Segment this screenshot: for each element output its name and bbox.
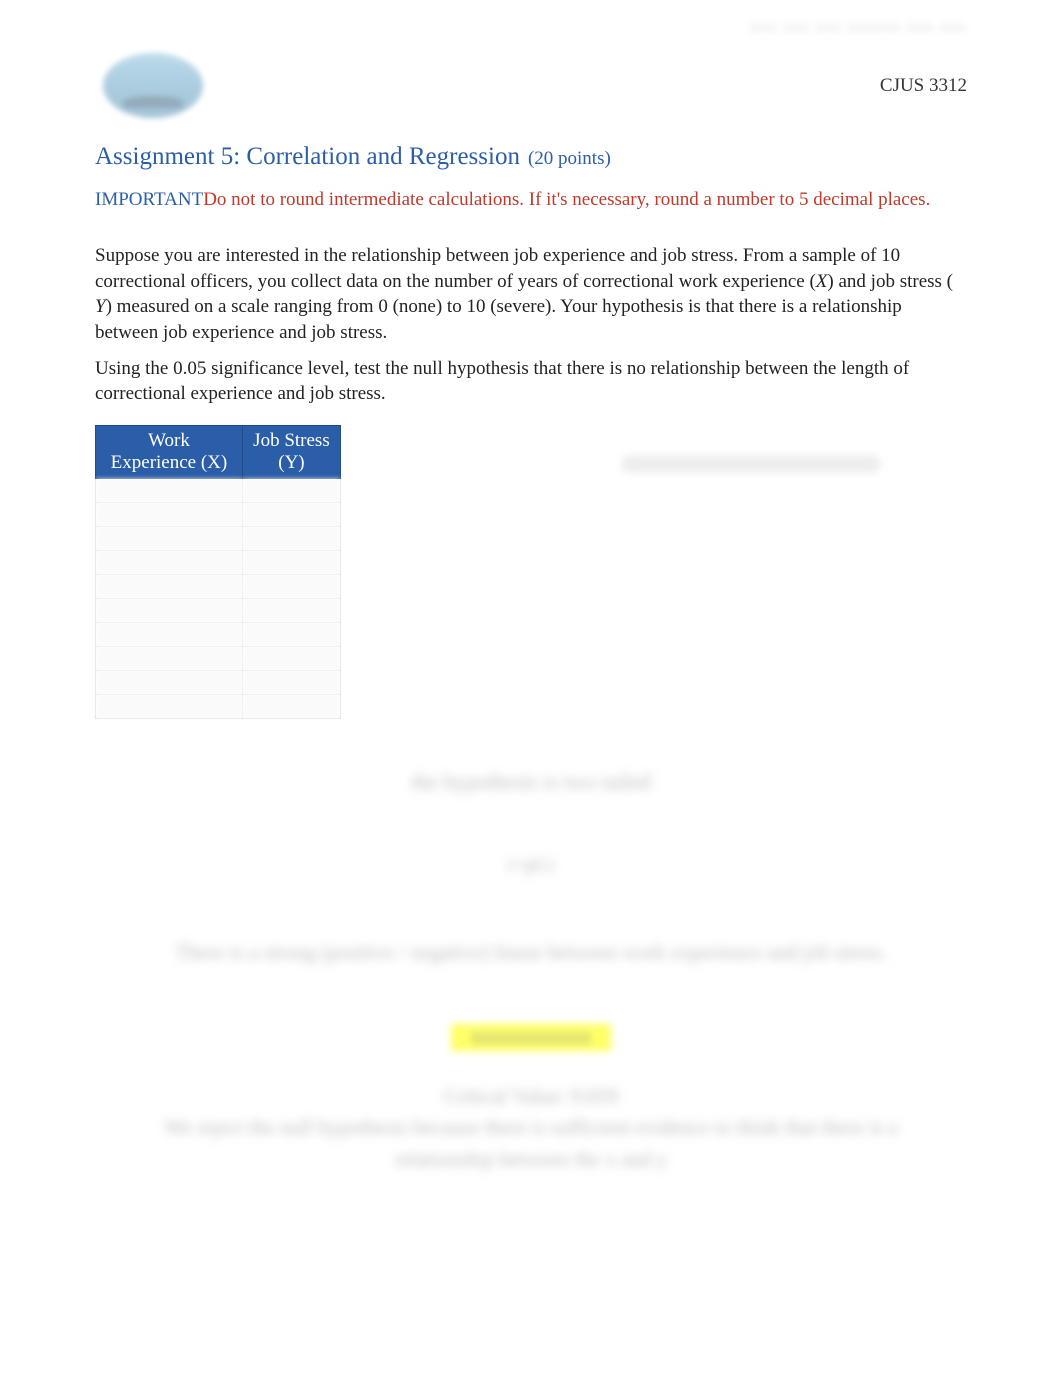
important-text: Do not to round intermediate calculation… [203,189,930,210]
highlighted-blur: xxxxxxxxxxxx [451,1024,611,1051]
assignment-title: Assignment 5: Correlation and Regression… [95,143,967,171]
p1-part-b: ) and job stress ( [827,271,953,292]
table-row [96,550,341,574]
table-row [96,502,341,526]
col-header-x: Work Experience (X) [96,425,243,478]
table-row [96,478,341,502]
table-row [96,598,341,622]
title-main: Assignment 5: Correlation and Regression [95,143,520,171]
data-table: Work Experience (X) Job Stress (Y) [95,425,341,719]
table-body [96,478,341,718]
side-blur-text [621,455,881,473]
table-row [96,646,341,670]
blurred-answer-3: There is a strong (positive / negative) … [95,937,967,969]
header-row: CJUS 3312 [95,45,967,125]
conclusion-line: We reject the null hypothesis because th… [145,1112,917,1175]
paragraph-1: Suppose you are interested in the relati… [95,243,967,346]
header-blurred-text: xxx xxx xxx xxxxxx xxx xxx [751,20,968,36]
body-text: Suppose you are interested in the relati… [95,243,967,407]
highlight-wrap: xxxxxxxxxxxx [95,969,967,1051]
blurred-answer-2: r=pCr [95,854,967,877]
paragraph-2: Using the 0.05 significance level, test … [95,356,967,407]
course-code: CJUS 3312 [880,75,967,97]
critical-value-line: Critical Value: 9.059 [145,1081,917,1113]
header-top-row: xxx xxx xxx xxxxxx xxx xxx [95,20,967,40]
table-row [96,622,341,646]
col-header-y: Job Stress (Y) [242,425,340,478]
blurred-answer-1: the hypothesis is two tailed [95,764,967,799]
table-row [96,526,341,550]
important-label: IMPORTANT [95,189,203,210]
p1-part-c: ) measured on a scale ranging from 0 (no… [95,296,902,343]
p1-part-a: Suppose you are interested in the relati… [95,245,900,292]
important-notice: IMPORTANTDo not to round intermediate ca… [95,189,967,211]
title-points: (20 points) [528,148,611,170]
p1-y-var: Y [95,296,106,317]
table-row [96,694,341,718]
table-area: Work Experience (X) Job Stress (Y) [95,425,967,719]
institution-logo [95,45,210,125]
table-row [96,670,341,694]
table-row [96,574,341,598]
p1-x-var: X [816,271,828,292]
blurred-answer-4: Critical Value: 9.059 We reject the null… [95,1081,967,1176]
